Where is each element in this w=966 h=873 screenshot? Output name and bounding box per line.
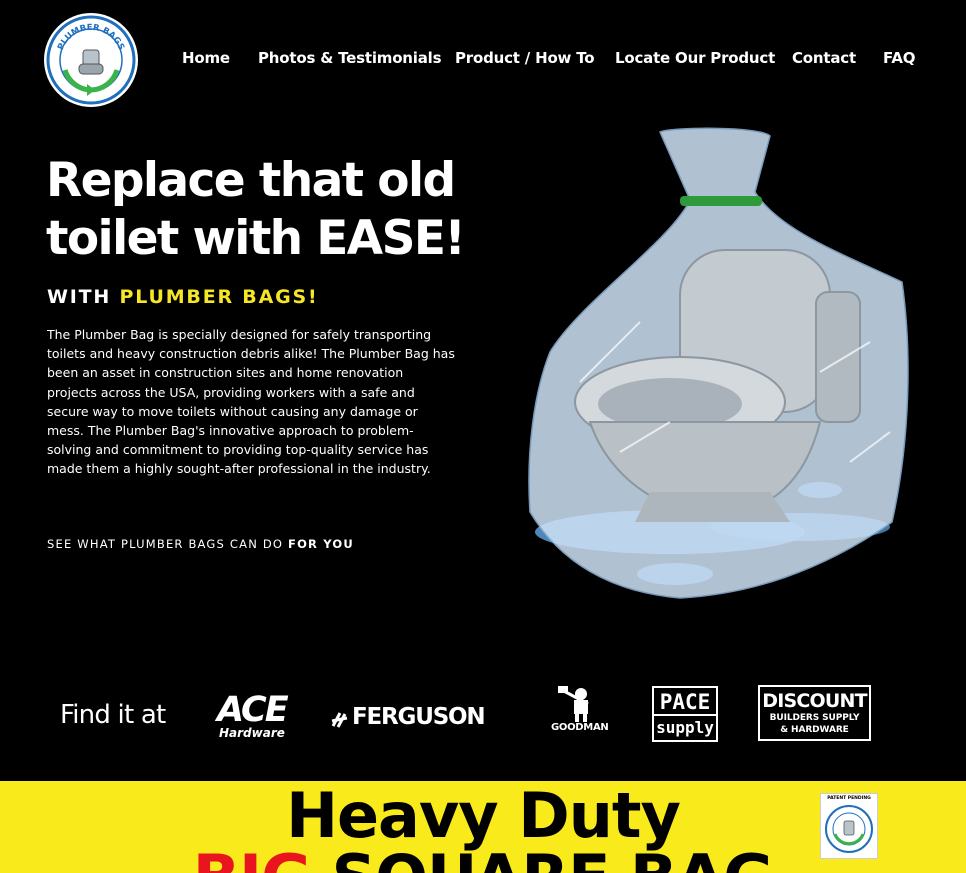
ace-sub: Hardware (219, 726, 285, 740)
main-nav: Home Photos & Testimonials Product / How… (0, 49, 966, 71)
goodman-building-supply-logo[interactable]: GOODMAN (548, 684, 614, 744)
ferguson-word: FERGUSON (352, 704, 486, 730)
goodman-word: GOODMAN (551, 722, 609, 733)
discount-line3: & HARDWARE (780, 725, 849, 735)
pace-bottom: supply (656, 718, 714, 737)
hero-subtitle: WITH PLUMBER BAGS! (47, 286, 318, 308)
discount-line2: BUILDERS SUPPLY (769, 713, 860, 723)
nav-home[interactable]: Home (182, 49, 230, 67)
hero-description: The Plumber Bag is specially designed fo… (47, 327, 455, 477)
pace-supply-logo[interactable]: PACE supply (652, 686, 718, 742)
cta-text-bold: FOR YOU (288, 537, 354, 551)
badge-label: PATENT PENDING (827, 796, 871, 801)
ferguson-logo[interactable]: FERGUSON (330, 702, 510, 734)
toilet-bag-icon (528, 127, 909, 599)
nav-faq[interactable]: FAQ (883, 49, 915, 67)
banner-square-bag-words: SQUARE BAG (311, 841, 775, 873)
hero-subtitle-brand: PLUMBER BAGS! (119, 286, 319, 308)
discount-line1: DISCOUNT (762, 690, 867, 712)
pace-top: PACE (654, 688, 716, 716)
cta-text: SEE WHAT PLUMBER BAGS CAN DO (47, 537, 289, 551)
see-what-cta-link[interactable]: SEE WHAT PLUMBER BAGS CAN DO FOR YOU (47, 537, 354, 551)
hero-title-line1: Replace that old (46, 153, 456, 208)
hero-title-line2: toilet with EASE! (46, 211, 466, 266)
hero-title: Replace that old toilet with EASE! (46, 152, 506, 268)
hero-subtitle-prefix: WITH (47, 286, 120, 308)
badge-logo-icon (825, 805, 873, 853)
banner-big-word: BIG (193, 841, 312, 873)
find-it-at-label: Find it at (60, 700, 166, 730)
discount-builders-supply-logo[interactable]: DISCOUNT BUILDERS SUPPLY & HARDWARE (758, 685, 871, 741)
ferguson-mark-icon (331, 712, 348, 728)
patent-pending-badge: PATENT PENDING (820, 793, 878, 859)
ace-word: ACE (217, 690, 289, 730)
nav-contact[interactable]: Contact (792, 49, 856, 67)
toilet-in-bag-illustration (520, 122, 920, 604)
heavy-duty-banner: Heavy Duty BIG SQUARE BAG PATENT PENDING (0, 781, 966, 873)
nav-locate-product[interactable]: Locate Our Product (615, 49, 775, 67)
ace-hardware-logo[interactable]: ACE Hardware (215, 690, 295, 742)
goodman-mascot-icon (558, 686, 589, 722)
nav-photos-testimonials[interactable]: Photos & Testimonials (258, 49, 442, 67)
nav-product-how-to[interactable]: Product / How To (455, 49, 595, 67)
